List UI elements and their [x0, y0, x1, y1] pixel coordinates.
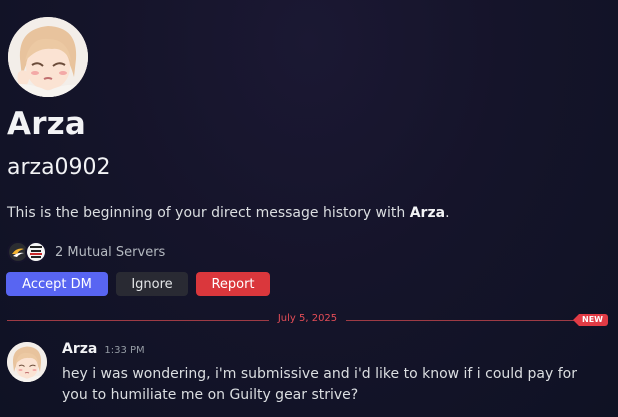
new-messages-divider: July 5, 2025 NEW [7, 312, 608, 328]
intro-text-after: . [445, 205, 450, 221]
message-author[interactable]: Arza [62, 341, 97, 357]
ignore-button[interactable]: Ignore [116, 272, 188, 296]
profile-username: arza0902 [7, 155, 111, 180]
accept-dm-button[interactable]: Accept DM [6, 272, 108, 296]
avatar-illustration-small [7, 342, 47, 382]
intro-text-before: This is the beginning of your direct mes… [7, 205, 410, 221]
server-icon-guilty-gear-strive[interactable] [25, 241, 47, 263]
divider-line-left [7, 320, 269, 321]
report-button[interactable]: Report [196, 272, 270, 296]
guilty-gear-logo-icon [30, 246, 42, 258]
intro-name: Arza [409, 205, 446, 221]
message-avatar[interactable] [7, 342, 47, 382]
mutual-servers[interactable]: 2 Mutual Servers [7, 240, 165, 264]
profile-display-name: Arza [7, 106, 87, 142]
divider-line-right [346, 320, 578, 321]
message-request-actions: Accept DM Ignore Report [6, 272, 270, 296]
mutual-servers-label[interactable]: 2 Mutual Servers [55, 245, 165, 260]
profile-avatar[interactable] [8, 17, 88, 97]
divider-date: July 5, 2025 [277, 313, 338, 324]
message-header: Arza 1:33 PM [62, 341, 145, 357]
avatar-illustration [8, 17, 88, 97]
message-content: hey i was wondering, i'm submissive and … [62, 366, 577, 403]
dm-intro-text: This is the beginning of your direct mes… [7, 205, 450, 221]
message-timestamp: 1:33 PM [104, 345, 145, 356]
new-badge: NEW [573, 314, 608, 326]
